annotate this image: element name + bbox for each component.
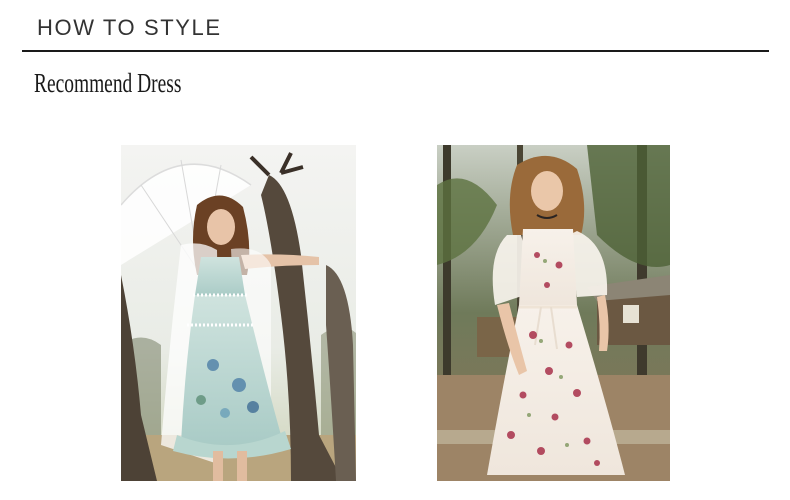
dress-photo-white[interactable]: [437, 145, 670, 481]
dress-photo-blue-image: [121, 145, 356, 481]
title-divider: [22, 50, 769, 52]
dress-photo-white-image: [437, 145, 670, 481]
subtitle-recommend-dress: Recommend Dress: [34, 68, 182, 98]
section-title: HOW TO STYLE: [37, 15, 222, 40]
dress-photo-blue[interactable]: [121, 145, 356, 481]
